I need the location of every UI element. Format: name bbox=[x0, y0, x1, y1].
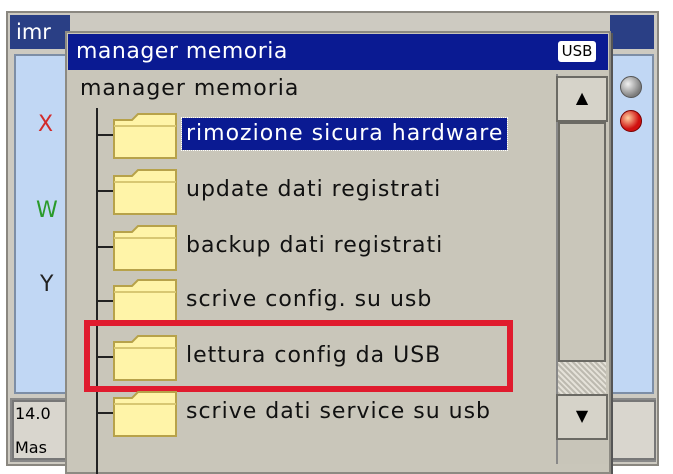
usb-badge: USB bbox=[556, 39, 598, 64]
triangle-down-icon: ▼ bbox=[575, 406, 589, 425]
tree-connector-line bbox=[96, 108, 98, 474]
menu-item-scrive-dati-service[interactable]: scrive dati service su usb bbox=[182, 396, 495, 428]
background-window-titlebar-right bbox=[610, 15, 654, 49]
red-highlight-box bbox=[84, 320, 513, 392]
background-status-value: 14.0 bbox=[15, 404, 51, 423]
background-status-cell-right bbox=[610, 400, 656, 460]
background-window-title: imr bbox=[10, 15, 70, 49]
status-led-gray-icon bbox=[620, 76, 642, 98]
scrollbar-thumb[interactable] bbox=[558, 122, 606, 362]
scrollbar-hatch bbox=[558, 362, 606, 394]
folder-icon bbox=[113, 169, 177, 215]
folder-icon bbox=[113, 113, 177, 159]
scroll-up-button[interactable]: ▲ bbox=[556, 76, 608, 122]
menu-item-rimozione-sicura[interactable]: rimozione sicura hardware bbox=[180, 117, 509, 151]
menu-item-scrive-config[interactable]: scrive config. su usb bbox=[182, 284, 436, 316]
axis-label-x: X bbox=[38, 112, 54, 137]
dialog-title: manager memoria bbox=[68, 34, 608, 70]
folder-icon bbox=[113, 225, 177, 271]
status-led-red-icon bbox=[620, 110, 642, 132]
screen: imr X W Y 14.0 Mas manager memoria USB m… bbox=[0, 0, 673, 474]
tree-root-label: manager memoria bbox=[80, 76, 300, 101]
background-status-label: Mas bbox=[15, 438, 47, 457]
triangle-up-icon: ▲ bbox=[575, 88, 589, 107]
folder-icon bbox=[113, 279, 177, 325]
menu-item-backup-dati[interactable]: backup dati registrati bbox=[182, 230, 447, 262]
axis-label-y: Y bbox=[40, 272, 54, 297]
scroll-down-button[interactable]: ▼ bbox=[556, 394, 608, 440]
folder-icon bbox=[113, 391, 177, 437]
menu-item-update-dati[interactable]: update dati registrati bbox=[182, 174, 445, 206]
axis-label-w: W bbox=[36, 198, 58, 223]
